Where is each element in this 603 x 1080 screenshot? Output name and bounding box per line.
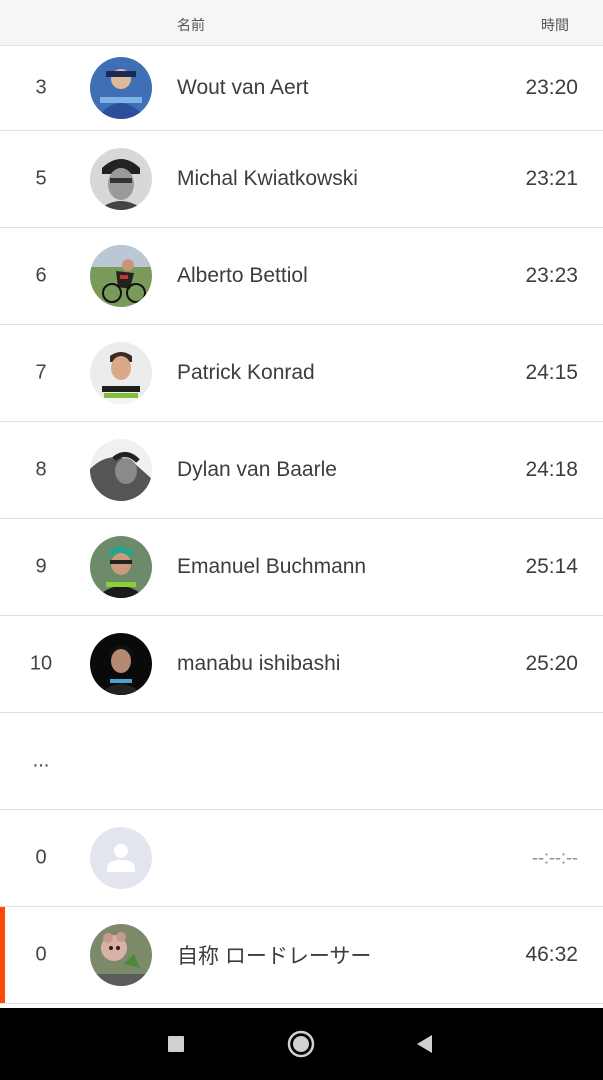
leaderboard-row[interactable]: 8 Dylan van Baarle 24:18	[0, 422, 603, 519]
leaderboard-header: 名前 時間	[0, 0, 603, 46]
leaderboard-row[interactable]: 6 Alberto Bettiol 23:23	[0, 228, 603, 325]
elapsed-time: 23:23	[525, 264, 578, 287]
elapsed-time: --:--:--	[532, 847, 578, 868]
rank: 9	[35, 555, 47, 578]
column-header-time: 時間	[541, 17, 569, 33]
avatar[interactable]	[90, 148, 152, 210]
avatar[interactable]	[90, 633, 152, 695]
athlete-name[interactable]: manabu ishibashi	[177, 652, 340, 676]
leaderboard-row[interactable]: 7 Patrick Konrad 24:15	[0, 325, 603, 422]
leaderboard-row[interactable]: 5 Michal Kwiatkowski 23:21	[0, 131, 603, 228]
rank: 6	[35, 264, 47, 287]
circle-icon[interactable]	[285, 1028, 317, 1060]
rank: 5	[35, 167, 47, 190]
elapsed-time: 23:20	[525, 76, 578, 99]
rank: 0	[35, 943, 47, 966]
rank: 10	[29, 652, 53, 675]
athlete-name[interactable]: Michal Kwiatkowski	[177, 167, 358, 191]
avatar[interactable]	[90, 439, 152, 501]
elapsed-time: 24:18	[525, 458, 578, 481]
avatar[interactable]	[90, 342, 152, 404]
gap-ellipsis: ...	[32, 749, 50, 772]
leaderboard-row[interactable]: 9 Emanuel Buchmann 25:14	[0, 519, 603, 616]
leaderboard-row-current-user[interactable]: 0 自称 ロードレーサー 46:32	[0, 907, 603, 1004]
elapsed-time: 24:15	[525, 361, 578, 384]
leaderboard-row-empty: 0 --:--:--	[0, 810, 603, 907]
athlete-name[interactable]: Wout van Aert	[177, 76, 309, 100]
elapsed-time: 25:14	[525, 555, 578, 578]
rank: 7	[35, 361, 47, 384]
athlete-name[interactable]: Alberto Bettiol	[177, 264, 308, 288]
rank: 3	[35, 76, 47, 99]
leaderboard-list: 3 Wout van Aert 23:20 5 Michal Kwiatkows…	[0, 46, 603, 1004]
avatar[interactable]	[90, 245, 152, 307]
system-navigation-bar	[0, 1008, 603, 1080]
elapsed-time: 25:20	[525, 652, 578, 675]
leaderboard-row[interactable]: 10 manabu ishibashi 25:20	[0, 616, 603, 713]
column-header-name: 名前	[177, 17, 205, 33]
rank: 0	[35, 846, 47, 869]
athlete-name[interactable]: 自称 ロードレーサー	[177, 940, 371, 970]
athlete-name[interactable]: Patrick Konrad	[177, 361, 315, 385]
elapsed-time: 23:21	[525, 167, 578, 190]
avatar[interactable]	[90, 536, 152, 598]
leaderboard-row[interactable]: 3 Wout van Aert 23:20	[0, 46, 603, 131]
triangle-back-icon[interactable]	[408, 1028, 440, 1060]
leaderboard-gap-row: ...	[0, 713, 603, 810]
avatar[interactable]	[90, 57, 152, 119]
athlete-name[interactable]: Emanuel Buchmann	[177, 555, 366, 579]
square-icon[interactable]	[160, 1028, 192, 1060]
person-icon	[90, 827, 152, 889]
rank: 8	[35, 458, 47, 481]
avatar[interactable]	[90, 924, 152, 986]
segment-leaderboard: 名前 時間 3 Wout van Aert 23:20 5 Michal Kwi…	[0, 0, 603, 1080]
elapsed-time: 46:32	[525, 943, 578, 966]
athlete-name[interactable]: Dylan van Baarle	[177, 458, 337, 482]
